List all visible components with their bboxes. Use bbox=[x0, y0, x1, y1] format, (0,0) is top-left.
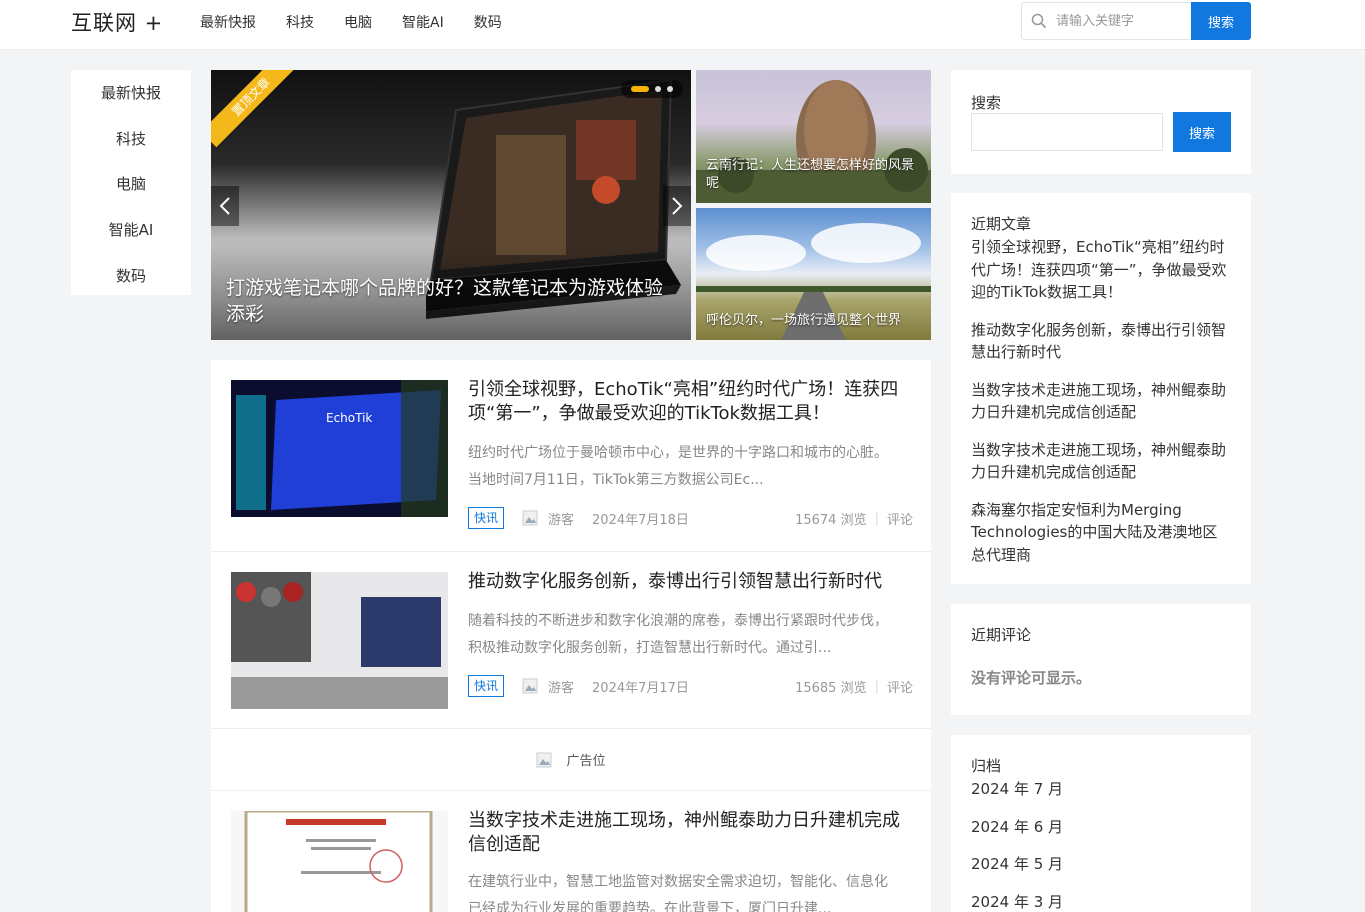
slider-dot-1[interactable] bbox=[631, 86, 649, 92]
comment-link[interactable]: 评论 bbox=[887, 677, 913, 696]
sticky-ribbon: 置顶文章 bbox=[211, 70, 295, 154]
divider: | bbox=[874, 510, 879, 526]
category-item-ai[interactable]: 智能AI bbox=[71, 207, 191, 253]
sticky-ribbon-label: 置顶文章 bbox=[211, 70, 295, 148]
nav-item-digital[interactable]: 数码 bbox=[474, 12, 502, 32]
article-title[interactable]: 推动数字化服务创新，泰博出行引领智慧出行新时代 bbox=[468, 570, 913, 594]
article-meta: 快讯 游客 2024年7月18日 15674 浏览 | 评论 bbox=[468, 507, 913, 529]
slider-dot-3[interactable] bbox=[667, 86, 673, 92]
category-item-latest[interactable]: 最新快报 bbox=[71, 70, 191, 116]
main-nav: 最新快报 科技 电脑 智能AI 数码 bbox=[200, 12, 502, 32]
header-search-input[interactable] bbox=[1056, 3, 1191, 39]
slider-dot-2[interactable] bbox=[655, 86, 661, 92]
archive-link[interactable]: 2024 年 6 月 bbox=[971, 816, 1231, 838]
avatar-icon bbox=[522, 678, 538, 694]
chevron-left-icon bbox=[219, 197, 230, 215]
slider-prev-button[interactable] bbox=[211, 186, 239, 226]
article-thumbnail[interactable]: EchoTik bbox=[231, 380, 448, 517]
article-thumbnail[interactable] bbox=[231, 572, 448, 709]
store-image bbox=[231, 572, 448, 709]
author-name[interactable]: 游客 bbox=[548, 677, 574, 696]
featured-slider[interactable]: 打游戏笔记本哪个品牌的好？这款笔记本为游戏体验添彩 置顶文章 bbox=[211, 70, 691, 340]
nav-item-ai[interactable]: 智能AI bbox=[402, 12, 444, 32]
article-meta: 快讯 游客 2024年7月17日 15685 浏览 | 评论 bbox=[468, 675, 913, 697]
category-item-tech[interactable]: 科技 bbox=[71, 116, 191, 162]
article-excerpt: 随着科技的不断进步和数字化浪潮的席卷，泰博出行紧跟时代步伐，积极推动数字化服务创… bbox=[468, 613, 888, 656]
billboard-image: EchoTik bbox=[231, 380, 448, 517]
side-thumb-caption: 云南行记：人生还想要怎样好的风景呢 bbox=[706, 158, 915, 191]
list-item: 当数字技术走进施工现场，神州鲲泰助力日升建机完成信创适配 在建筑行业中，智慧工地… bbox=[211, 791, 931, 912]
article-excerpt: 纽约时代广场位于曼哈顿市中心，是世界的十字路口和城市的心脏。当地时间7月11日，… bbox=[468, 445, 888, 488]
list-item: EchoTik 引领全球视野，EchoTik“亮相”纽约时代广场！连获四项“第一… bbox=[211, 360, 931, 552]
list-item: 推动数字化服务创新，泰博出行引领智慧出行新时代 随着科技的不断进步和数字化浪潮的… bbox=[211, 552, 931, 729]
broken-image-icon bbox=[536, 752, 552, 767]
archive-link[interactable]: 2024 年 7 月 bbox=[971, 778, 1231, 800]
article-date: 2024年7月17日 bbox=[592, 680, 689, 696]
recent-post-link[interactable]: 推动数字化服务创新，泰博出行引领智慧出行新时代 bbox=[971, 319, 1231, 364]
author-name[interactable]: 游客 bbox=[548, 509, 574, 528]
view-count: 15685 浏览 bbox=[795, 680, 867, 696]
recent-comments-widget: 近期评论 没有评论可显示。 bbox=[951, 604, 1251, 715]
recent-post-link[interactable]: 当数字技术走进施工现场，神州鲲泰助力日升建机完成信创适配 bbox=[971, 439, 1231, 484]
ad-label: 广告位 bbox=[566, 754, 606, 769]
category-item-digital[interactable]: 数码 bbox=[71, 252, 191, 298]
ad-slot[interactable]: 广告位 bbox=[211, 729, 931, 791]
slider-pagination bbox=[621, 80, 683, 98]
side-thumb-hulunbuir[interactable]: 呼伦贝尔，一场旅行遇见整个世界 bbox=[696, 208, 931, 340]
archive-link[interactable]: 2024 年 5 月 bbox=[971, 853, 1231, 875]
no-comments-text: 没有评论可显示。 bbox=[971, 669, 1092, 687]
site-logo[interactable]: 互联网 + bbox=[71, 7, 163, 37]
category-item-computer[interactable]: 电脑 bbox=[71, 161, 191, 207]
view-count: 15674 浏览 bbox=[795, 512, 867, 528]
article-title[interactable]: 当数字技术走进施工现场，神州鲲泰助力日升建机完成信创适配 bbox=[468, 809, 913, 857]
sidebar-search-button[interactable]: 搜索 bbox=[1173, 112, 1231, 152]
slider-next-button[interactable] bbox=[663, 186, 691, 226]
widget-title: 近期文章 bbox=[971, 215, 1032, 233]
side-thumb-caption: 呼伦贝尔，一场旅行遇见整个世界 bbox=[706, 313, 902, 328]
top-header: 互联网 + 最新快报 科技 电脑 智能AI 数码 搜索 bbox=[0, 0, 1365, 50]
side-thumb-yunnan[interactable]: 云南行记：人生还想要怎样好的风景呢 bbox=[696, 70, 931, 203]
svg-text:EchoTik: EchoTik bbox=[326, 411, 372, 425]
archives-widget: 归档 2024 年 7 月 2024 年 6 月 2024 年 5 月 2024… bbox=[951, 735, 1251, 912]
comment-link[interactable]: 评论 bbox=[887, 509, 913, 528]
certificate-image bbox=[231, 811, 448, 912]
avatar-icon bbox=[522, 510, 538, 526]
nav-item-computer[interactable]: 电脑 bbox=[344, 12, 372, 32]
recent-post-link[interactable]: 森海塞尔指定安恒利为Merging Technologies的中国大陆及港澳地区… bbox=[971, 499, 1231, 567]
header-search: 搜索 bbox=[1021, 2, 1251, 40]
article-list: EchoTik 引领全球视野，EchoTik“亮相”纽约时代广场！连获四项“第一… bbox=[211, 360, 931, 912]
category-sidebar: 最新快报 科技 电脑 智能AI 数码 bbox=[71, 70, 191, 295]
widget-title: 近期评论 bbox=[971, 626, 1032, 644]
recent-post-link[interactable]: 当数字技术走进施工现场，神州鲲泰助力日升建机完成信创适配 bbox=[971, 379, 1231, 424]
widget-title: 搜索 bbox=[971, 94, 1002, 112]
search-icon bbox=[1022, 3, 1056, 39]
nav-item-latest[interactable]: 最新快报 bbox=[200, 12, 256, 32]
widget-title: 归档 bbox=[971, 757, 1002, 775]
category-tag[interactable]: 快讯 bbox=[468, 675, 505, 697]
recent-posts-widget: 近期文章 引领全球视野，EchoTik“亮相”纽约时代广场！连获四项“第一”，争… bbox=[951, 193, 1251, 584]
category-tag[interactable]: 快讯 bbox=[468, 507, 505, 529]
recent-post-link[interactable]: 引领全球视野，EchoTik“亮相”纽约时代广场！连获四项“第一”，争做最受欢迎… bbox=[971, 236, 1231, 304]
divider: | bbox=[874, 678, 879, 694]
slider-caption[interactable]: 打游戏笔记本哪个品牌的好？这款笔记本为游戏体验添彩 bbox=[226, 275, 681, 327]
article-thumbnail[interactable] bbox=[231, 811, 448, 912]
article-excerpt: 在建筑行业中，智慧工地监管对数据安全需求迫切，智能化、信息化已经成为行业发展的重… bbox=[468, 874, 888, 912]
article-title[interactable]: 引领全球视野，EchoTik“亮相”纽约时代广场！连获四项“第一”，争做最受欢迎… bbox=[468, 378, 913, 426]
archive-link[interactable]: 2024 年 3 月 bbox=[971, 891, 1231, 912]
nav-item-tech[interactable]: 科技 bbox=[286, 12, 314, 32]
article-date: 2024年7月18日 bbox=[592, 512, 689, 528]
sidebar-search-input[interactable] bbox=[971, 113, 1163, 151]
header-search-button[interactable]: 搜索 bbox=[1191, 2, 1251, 40]
chevron-right-icon bbox=[672, 197, 683, 215]
search-widget: 搜索 搜索 bbox=[951, 70, 1251, 174]
